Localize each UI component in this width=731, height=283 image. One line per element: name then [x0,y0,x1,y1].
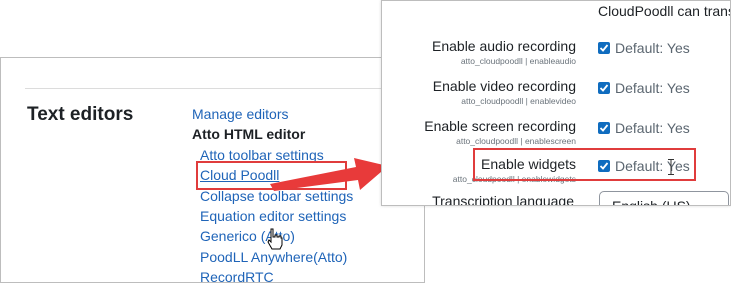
setting-key: atto_cloudpoodll | enableaudio [460,56,576,66]
pointer-arrow-icon [270,158,388,191]
setting-label: Enable audio recording [432,38,576,54]
default-value: Default: Yes [615,40,690,56]
setting-key: atto_cloudpoodll | enablescreen [456,136,576,146]
setting-row-video: Enable video recording atto_cloudpoodll … [382,78,730,114]
check-icon [599,84,609,92]
text-cursor-icon [668,159,674,175]
default-value: Default: Yes [615,120,690,136]
section-title: Text editors [27,104,134,125]
divider [25,88,424,89]
hand-cursor-icon [267,228,283,250]
transcription-language-select[interactable]: English (US) [599,191,729,205]
setting-label: Enable screen recording [424,118,576,134]
setting-key: atto_cloudpoodll | enablevideo [461,96,576,106]
default-value: Default: Yes [615,80,690,96]
cloud-poodll-settings-panel: CloudPoodll can trans Enable audio recor… [381,0,731,206]
check-icon [599,44,609,52]
checkbox-screen[interactable] [598,122,610,134]
setting-label: Enable video recording [432,78,576,94]
check-icon [599,124,609,132]
highlight-box [473,148,696,181]
checkbox-audio[interactable] [598,42,610,54]
nav-equation-editor-settings[interactable]: Equation editor settings [192,206,424,226]
nav-atto-editor: Atto HTML editor [192,126,306,143]
transcription-language-label: Transcription language [432,193,574,206]
nav-cloud-poodll[interactable]: Cloud Poodll [200,167,279,183]
intro-text: CloudPoodll can trans [598,3,731,19]
checkbox-video[interactable] [598,82,610,94]
nav-generico-atto[interactable]: Generico (Atto) [192,226,424,246]
setting-row-audio: Enable audio recording atto_cloudpoodll … [382,38,730,74]
nav-poodll-anywhere[interactable]: PoodLL Anywhere(Atto) [192,247,424,267]
nav-recordrtc[interactable]: RecordRTC [192,267,424,282]
